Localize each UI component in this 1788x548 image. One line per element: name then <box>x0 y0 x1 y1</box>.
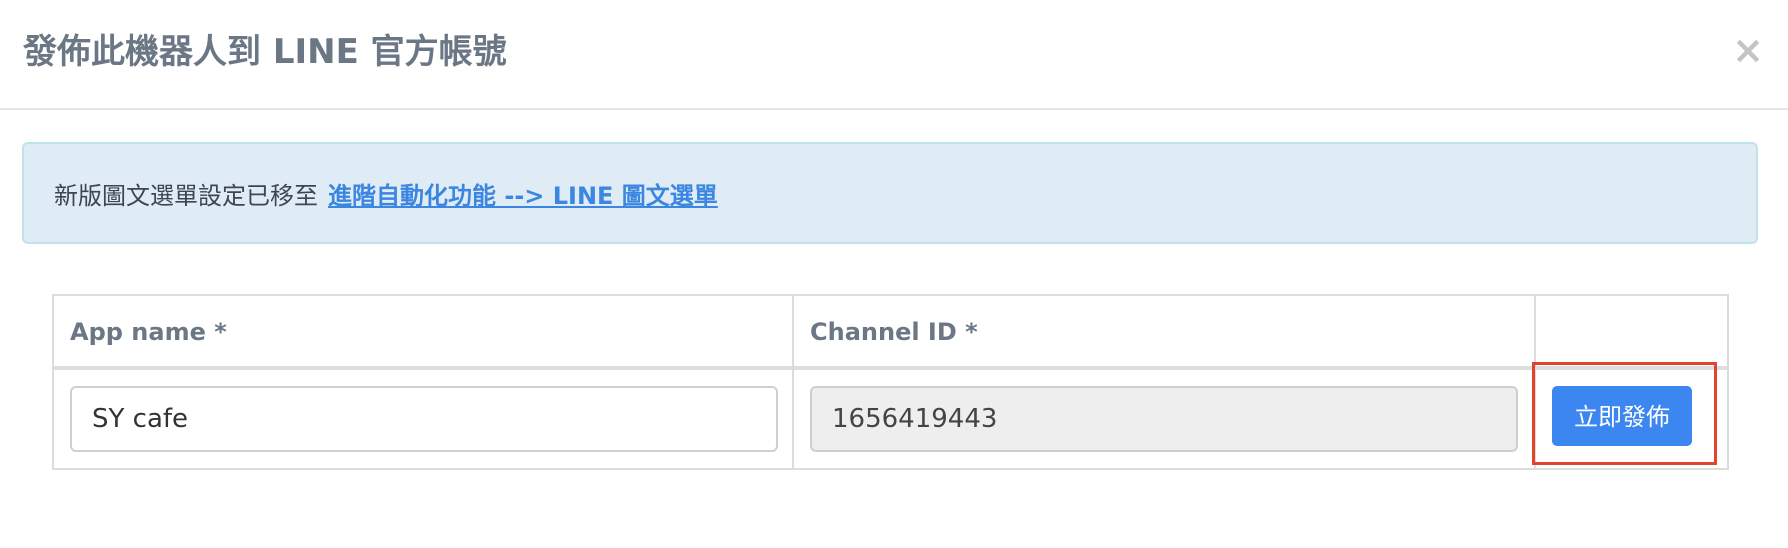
info-alert: 新版圖文選單設定已移至 進階自動化功能 --> LINE 圖文選單 <box>22 142 1758 244</box>
publish-modal: 發佈此機器人到 LINE 官方帳號 × 新版圖文選單設定已移至 進階自動化功能 … <box>0 0 1788 548</box>
app-name-input[interactable]: SY cafe <box>70 386 778 452</box>
alert-text: 新版圖文選單設定已移至 <box>54 181 318 210</box>
action-column: 立即發佈 <box>1536 296 1727 468</box>
channel-table: App name * SY cafe Channel ID * 16564194… <box>52 294 1729 470</box>
modal-header: 發佈此機器人到 LINE 官方帳號 × <box>0 0 1788 110</box>
channel-id-header: Channel ID * <box>810 318 978 346</box>
channel-id-input: 1656419443 <box>810 386 1518 452</box>
publish-now-button[interactable]: 立即發佈 <box>1552 386 1692 446</box>
rich-menu-link[interactable]: 進階自動化功能 --> LINE 圖文選單 <box>328 176 718 211</box>
close-icon[interactable]: × <box>1730 28 1766 72</box>
app-name-column: App name * SY cafe <box>54 296 794 468</box>
channel-id-column: Channel ID * 1656419443 <box>794 296 1536 468</box>
app-name-header: App name * <box>70 318 227 346</box>
modal-title: 發佈此機器人到 LINE 官方帳號 <box>23 32 507 72</box>
